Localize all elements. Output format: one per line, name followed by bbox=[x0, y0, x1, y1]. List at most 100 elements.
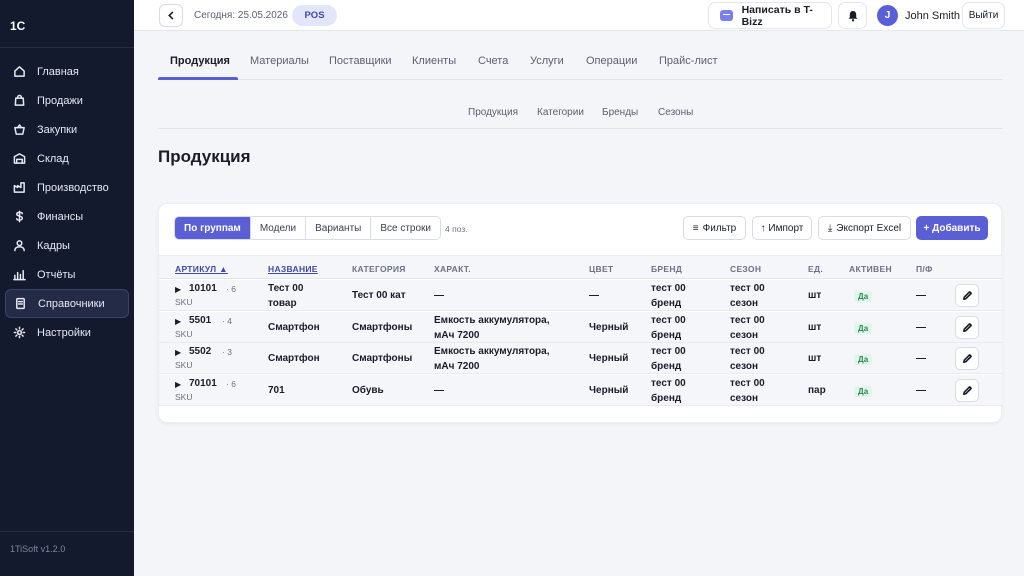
category: Смартфоны bbox=[352, 353, 413, 364]
edit-button[interactable] bbox=[955, 284, 979, 307]
app-version: 1TiSoft v1.2.0 bbox=[10, 544, 66, 554]
import-button[interactable]: ↑ Импорт bbox=[752, 216, 812, 240]
pencil-icon bbox=[962, 291, 972, 300]
sidebar-divider bbox=[0, 531, 134, 532]
sidebar-item-6[interactable]: Кадры bbox=[5, 231, 129, 260]
brand-line: тест 00 bbox=[651, 377, 686, 389]
table-row[interactable]: ▶ 5502 · 3 SKU Смартфон Смартфоны Емкость акку… bbox=[159, 343, 1002, 374]
tbizz-chat-button[interactable]: Написать в T-Bizz bbox=[708, 2, 832, 29]
semi-finished: — bbox=[916, 384, 926, 396]
color: Черный bbox=[589, 353, 629, 364]
tab-4[interactable]: Счета bbox=[478, 55, 508, 67]
edit-button[interactable] bbox=[955, 378, 979, 402]
filter-icon: ≡ bbox=[692, 222, 699, 234]
tab-5[interactable]: Услуги bbox=[530, 55, 564, 67]
tab-7[interactable]: Прайс-лист bbox=[659, 55, 718, 67]
unit: шт bbox=[808, 353, 822, 364]
column-header-3: ХАРАКТ. bbox=[434, 264, 471, 274]
user-name: John Smith bbox=[905, 9, 961, 22]
sidebar-item-9[interactable]: Настройки bbox=[5, 318, 129, 347]
add-button[interactable]: + Добавить bbox=[916, 216, 988, 240]
import-label: ↑ Импорт bbox=[760, 222, 804, 234]
color: Черный bbox=[589, 321, 629, 333]
tab-1[interactable]: Материалы bbox=[250, 55, 309, 67]
expand-toggle[interactable]: ▶ bbox=[175, 348, 181, 357]
sidebar-item-label: Главная bbox=[37, 65, 79, 78]
view-tab-1[interactable]: Модели bbox=[250, 217, 307, 239]
view-tab-0[interactable]: По группам bbox=[175, 217, 251, 239]
subtab-3[interactable]: Сезоны bbox=[658, 107, 693, 118]
column-header-1[interactable]: НАЗВАНИЕ bbox=[268, 264, 318, 274]
tab-6[interactable]: Операции bbox=[586, 55, 637, 67]
sidebar-item-1[interactable]: Продажи bbox=[5, 86, 129, 115]
expand-toggle[interactable]: ▶ bbox=[175, 285, 181, 294]
export-excel-button[interactable]: ⤓ Экспорт Excel bbox=[818, 216, 911, 240]
sidebar-item-label: Настройки bbox=[37, 326, 91, 339]
season-line: сезон bbox=[730, 361, 758, 372]
sidebar-item-7[interactable]: Отчёты bbox=[5, 260, 129, 289]
table-row[interactable]: ▶ 10101 · 6 SKU Тест 00 товар Тест 00 кат — — тес… bbox=[159, 280, 1002, 311]
variant-count: · 6 bbox=[226, 284, 236, 294]
brand: тест 00 бренд bbox=[651, 313, 686, 343]
status-badge: Да bbox=[854, 322, 873, 334]
product-name: Тест 00 товар bbox=[268, 281, 303, 311]
basket-icon bbox=[12, 123, 26, 137]
sidebar-nav: Главная Продажи Закупки Склад Производство Фи… bbox=[0, 57, 134, 347]
product-name: 701 bbox=[268, 383, 285, 398]
product-name: Смартфон bbox=[268, 351, 320, 366]
sidebar-item-3[interactable]: Склад bbox=[5, 144, 129, 173]
sidebar-item-2[interactable]: Закупки bbox=[5, 115, 129, 144]
characteristic-line: — bbox=[434, 384, 444, 396]
season-line: тест 00 bbox=[730, 314, 765, 326]
column-header-0[interactable]: АРТИКУЛ ▲ bbox=[175, 264, 228, 274]
user-menu[interactable]: J John Smith bbox=[873, 2, 961, 29]
back-button[interactable] bbox=[159, 4, 183, 27]
tab-0[interactable]: Продукция bbox=[170, 55, 230, 67]
product-name-line: Смартфон bbox=[268, 321, 320, 333]
page-title: Продукция bbox=[158, 147, 251, 166]
chat-icon bbox=[720, 10, 733, 21]
brand: тест 00 бренд bbox=[651, 281, 686, 311]
sub-tabs: Продукция Категории Бренды Сезоны bbox=[158, 98, 1003, 129]
book-icon bbox=[13, 297, 27, 311]
pencil-icon bbox=[962, 322, 972, 332]
product-name-line: Тест 00 bbox=[268, 283, 304, 294]
sidebar-item-4[interactable]: Производство bbox=[5, 173, 129, 202]
table-row[interactable]: ▶ 5501 · 4 SKU Смартфон Смартфоны Емкость акку… bbox=[159, 311, 1002, 343]
edit-button[interactable] bbox=[955, 315, 979, 339]
notifications-button[interactable] bbox=[838, 2, 867, 29]
logout-button[interactable]: Выйти bbox=[962, 2, 1005, 29]
tab-3[interactable]: Клиенты bbox=[412, 55, 456, 67]
product-name: Смартфон bbox=[268, 320, 320, 335]
table-row[interactable]: ▶ 70101 · 6 SKU 701 Обувь — Черный тест 00 бренд т… bbox=[159, 374, 1002, 406]
product-name-line: Смартфон bbox=[268, 353, 320, 364]
season: тест 00 сезон bbox=[730, 344, 765, 374]
view-tab-3[interactable]: Все строки bbox=[371, 217, 441, 239]
unit: шт bbox=[808, 290, 822, 301]
subtab-2[interactable]: Бренды bbox=[602, 107, 638, 118]
sidebar-item-8[interactable]: Справочники bbox=[5, 289, 129, 318]
sidebar-item-label: Склад bbox=[37, 152, 69, 165]
sidebar-item-5[interactable]: Финансы bbox=[5, 202, 129, 231]
subtab-1[interactable]: Категории bbox=[537, 107, 584, 118]
characteristic-line: Емкость аккумулятора, bbox=[434, 346, 550, 357]
brand-line: бренд bbox=[651, 361, 682, 372]
unit: пар bbox=[808, 384, 826, 396]
edit-button[interactable] bbox=[955, 347, 979, 370]
products-card: По группам Модели Варианты Все строки 4 поз… bbox=[158, 203, 1002, 423]
expand-toggle[interactable]: ▶ bbox=[175, 380, 181, 389]
season-line: сезон bbox=[730, 329, 758, 341]
filter-button[interactable]: ≡ Фильтр bbox=[683, 216, 746, 240]
sidebar-item-0[interactable]: Главная bbox=[5, 57, 129, 86]
bell-icon bbox=[848, 10, 857, 21]
pos-button[interactable]: POS bbox=[292, 5, 337, 26]
subtab-0[interactable]: Продукция bbox=[468, 107, 518, 118]
user-icon bbox=[12, 239, 26, 253]
item-count: 4 поз. bbox=[445, 224, 468, 234]
expand-toggle[interactable]: ▶ bbox=[175, 317, 181, 326]
tab-2[interactable]: Поставщики bbox=[329, 55, 392, 67]
view-mode-switch: По группам Модели Варианты Все строки bbox=[174, 216, 442, 240]
view-tab-2[interactable]: Варианты bbox=[306, 217, 372, 239]
factory-icon bbox=[12, 181, 26, 195]
today-date: Сегодня: 25.05.2026 bbox=[194, 10, 288, 21]
